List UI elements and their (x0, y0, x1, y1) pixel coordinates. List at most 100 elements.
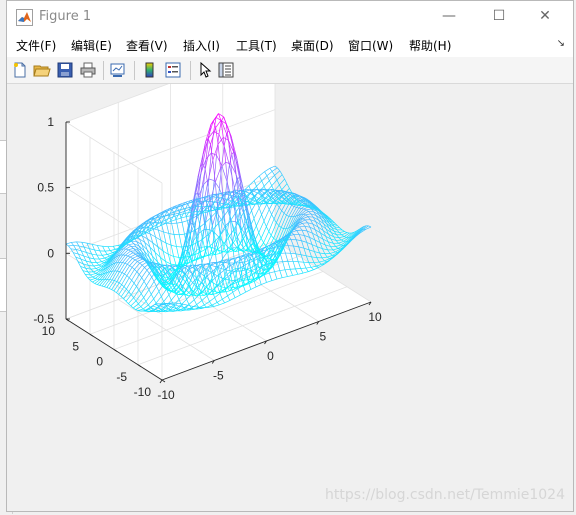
mesh-line (277, 175, 282, 180)
mesh-line (303, 219, 305, 220)
new-file-icon[interactable] (11, 61, 29, 79)
mesh-line (281, 215, 286, 227)
mesh-line (276, 228, 281, 241)
mesh-line (287, 184, 289, 189)
mesh-line (302, 230, 307, 231)
matlab-logo-icon (16, 9, 33, 26)
mesh-line (327, 261, 329, 262)
mesh-line (330, 246, 332, 250)
mesh-line (304, 209, 306, 210)
x-tick-label: -10 (157, 388, 175, 402)
mesh-line (293, 193, 295, 194)
mesh-line (292, 205, 294, 206)
mesh-line (276, 223, 278, 226)
watermark-text: https://blog.csdn.net/Temmie1024 (325, 487, 565, 503)
minimize-button[interactable]: — (426, 1, 472, 32)
mesh-line (306, 256, 311, 257)
mesh-line (328, 250, 330, 254)
x-tick-mark (160, 380, 162, 383)
mesh-line (292, 232, 294, 234)
mesh-line (312, 257, 314, 263)
mesh-line (330, 252, 335, 254)
mesh-line (282, 184, 287, 190)
property-inspector-icon[interactable] (217, 61, 235, 79)
mesh-line (341, 245, 343, 246)
mesh-line (306, 215, 308, 217)
mesh-line (289, 188, 291, 192)
mesh-line (294, 229, 296, 230)
close-button[interactable]: ✕ (522, 1, 568, 32)
y-tick-label: 10 (42, 324, 56, 338)
menu-insert[interactable]: 插入(I) (183, 37, 220, 54)
mesh-line (312, 257, 317, 258)
mesh-line (110, 271, 112, 272)
mesh-line (309, 250, 311, 257)
mesh-line (299, 247, 301, 255)
menu-edit[interactable]: 编辑(E) (71, 37, 112, 54)
mesh-line (342, 233, 347, 235)
mesh-line (291, 207, 296, 216)
mesh-line (319, 261, 324, 262)
mesh-line (296, 207, 298, 208)
menu-bar: 文件(F) 编辑(E) 查看(V) 插入(I) 工具(T) 桌面(D) 窗口(W… (7, 33, 573, 57)
menu-help[interactable]: 帮助(H) (409, 37, 451, 54)
mesh-line (300, 226, 305, 227)
figure-canvas[interactable]: -10-50510-10-50510-0.500.51 https://blog… (7, 84, 573, 511)
menu-view[interactable]: 查看(V) (126, 37, 168, 54)
menu-window[interactable]: 窗口(W) (348, 37, 393, 54)
mesh-line (297, 226, 299, 227)
surface-plot[interactable]: -10-50510-10-50510-0.500.51 (7, 84, 573, 511)
mesh-line (344, 237, 346, 238)
menu-desktop[interactable]: 桌面(D) (291, 37, 334, 54)
mesh-line (277, 204, 279, 208)
mesh-line (339, 241, 344, 243)
menu-file[interactable]: 文件(F) (16, 37, 56, 54)
menu-tools[interactable]: 工具(T) (236, 37, 277, 54)
mesh-line (299, 235, 304, 236)
title-bar[interactable]: Figure 1 — ☐ ✕ (7, 1, 573, 33)
mesh-line (273, 252, 275, 253)
mesh-line (369, 226, 371, 227)
mesh-line (306, 210, 308, 212)
mesh-line (322, 258, 324, 261)
mesh-line (297, 231, 299, 235)
open-folder-icon[interactable] (33, 61, 51, 79)
insert-legend-icon[interactable] (164, 61, 182, 79)
mesh-line (339, 232, 344, 233)
mesh-line (296, 240, 298, 247)
mesh-line (284, 213, 286, 215)
mesh-line (302, 230, 304, 235)
y-tick-mark (162, 380, 165, 382)
save-icon[interactable] (56, 61, 74, 79)
mesh-line (279, 226, 281, 228)
mesh-line (304, 248, 306, 256)
print-icon[interactable] (79, 61, 97, 79)
mesh-line (281, 228, 283, 229)
mesh-line (303, 214, 305, 215)
toolbar-separator (190, 61, 191, 80)
mesh-line (325, 254, 327, 257)
maximize-button[interactable]: ☐ (476, 1, 522, 32)
mesh-line (279, 194, 284, 199)
mesh-line (327, 257, 329, 259)
dock-arrow-icon[interactable]: ↘ (557, 38, 565, 49)
mesh-line (322, 257, 327, 258)
mesh-line (333, 250, 335, 252)
insert-colorbar-icon[interactable] (141, 61, 159, 79)
mesh-line (290, 194, 292, 196)
figure-toolbar (7, 57, 573, 84)
mesh-line (301, 255, 306, 256)
mesh-line (302, 223, 307, 224)
edit-plot-arrow-icon[interactable] (196, 61, 214, 79)
mesh-line (277, 180, 279, 185)
z-tick-label: -0.5 (33, 312, 54, 326)
mesh-line (138, 311, 140, 312)
mesh-line (306, 209, 311, 210)
mesh-line (336, 240, 338, 243)
mesh-line (327, 255, 332, 257)
mesh-line (285, 179, 287, 184)
mesh-line (283, 201, 285, 202)
mesh-line (330, 253, 332, 255)
y-tick-label: 0 (96, 355, 103, 369)
link-plot-icon[interactable] (109, 61, 127, 79)
